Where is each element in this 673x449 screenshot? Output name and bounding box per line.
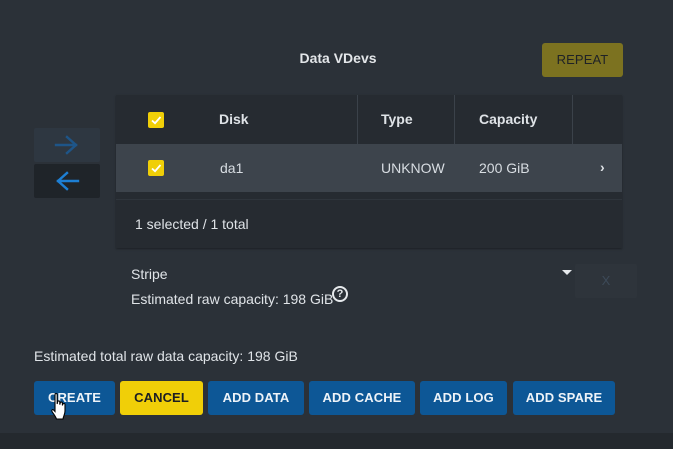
- cancel-button[interactable]: CANCEL: [120, 381, 203, 415]
- checkmark-icon: [151, 116, 162, 125]
- data-vdevs-title: Data VDevs: [299, 50, 377, 66]
- column-disk[interactable]: Disk: [219, 95, 249, 144]
- disk-name: da1: [220, 160, 244, 176]
- pool-manager-panel: Data VDevs REPEAT Disk Type Capacity da1…: [0, 0, 673, 434]
- help-icon[interactable]: ?: [332, 286, 348, 302]
- row-checkbox[interactable]: [148, 160, 164, 176]
- disk-type: UNKNOW: [381, 160, 445, 176]
- table-header: Disk Type Capacity: [116, 95, 622, 144]
- column-type[interactable]: Type: [381, 95, 413, 144]
- move-right-button[interactable]: [34, 128, 100, 162]
- bottom-edge: [0, 433, 673, 449]
- add-cache-button[interactable]: ADD CACHE: [309, 381, 415, 415]
- selection-count: 1 selected / 1 total: [135, 216, 249, 232]
- repeat-button[interactable]: REPEAT: [542, 43, 623, 77]
- chevron-down-icon[interactable]: [562, 270, 572, 275]
- arrow-left-icon: [56, 171, 80, 191]
- hand-pointer-icon: [51, 392, 66, 420]
- estimated-raw-capacity: Estimated raw capacity: 198 GiB: [131, 291, 334, 307]
- move-left-button[interactable]: [34, 164, 100, 198]
- arrow-right-icon: [54, 135, 78, 155]
- create-button[interactable]: CREATE: [34, 381, 115, 415]
- checkmark-icon: [151, 164, 162, 173]
- estimated-total-capacity: Estimated total raw data capacity: 198 G…: [34, 348, 298, 364]
- vdev-layout-select[interactable]: Stripe: [131, 266, 168, 282]
- column-capacity[interactable]: Capacity: [479, 95, 537, 144]
- vdev-disk-table: Disk Type Capacity da1 UNKNOW 200 GiB › …: [116, 95, 622, 248]
- column-divider: [572, 95, 573, 144]
- column-divider: [454, 95, 455, 144]
- chevron-right-icon[interactable]: ›: [600, 144, 605, 192]
- table-footer: 1 selected / 1 total: [116, 199, 622, 249]
- add-spare-button[interactable]: ADD SPARE: [513, 381, 615, 415]
- disk-capacity: 200 GiB: [479, 160, 530, 176]
- add-data-button[interactable]: ADD DATA: [208, 381, 304, 415]
- column-divider: [357, 95, 358, 144]
- select-all-checkbox[interactable]: [148, 112, 164, 128]
- table-row[interactable]: da1 UNKNOW 200 GiB ›: [116, 144, 622, 192]
- add-log-button[interactable]: ADD LOG: [420, 381, 507, 415]
- remove-vdev-button[interactable]: X: [575, 264, 637, 298]
